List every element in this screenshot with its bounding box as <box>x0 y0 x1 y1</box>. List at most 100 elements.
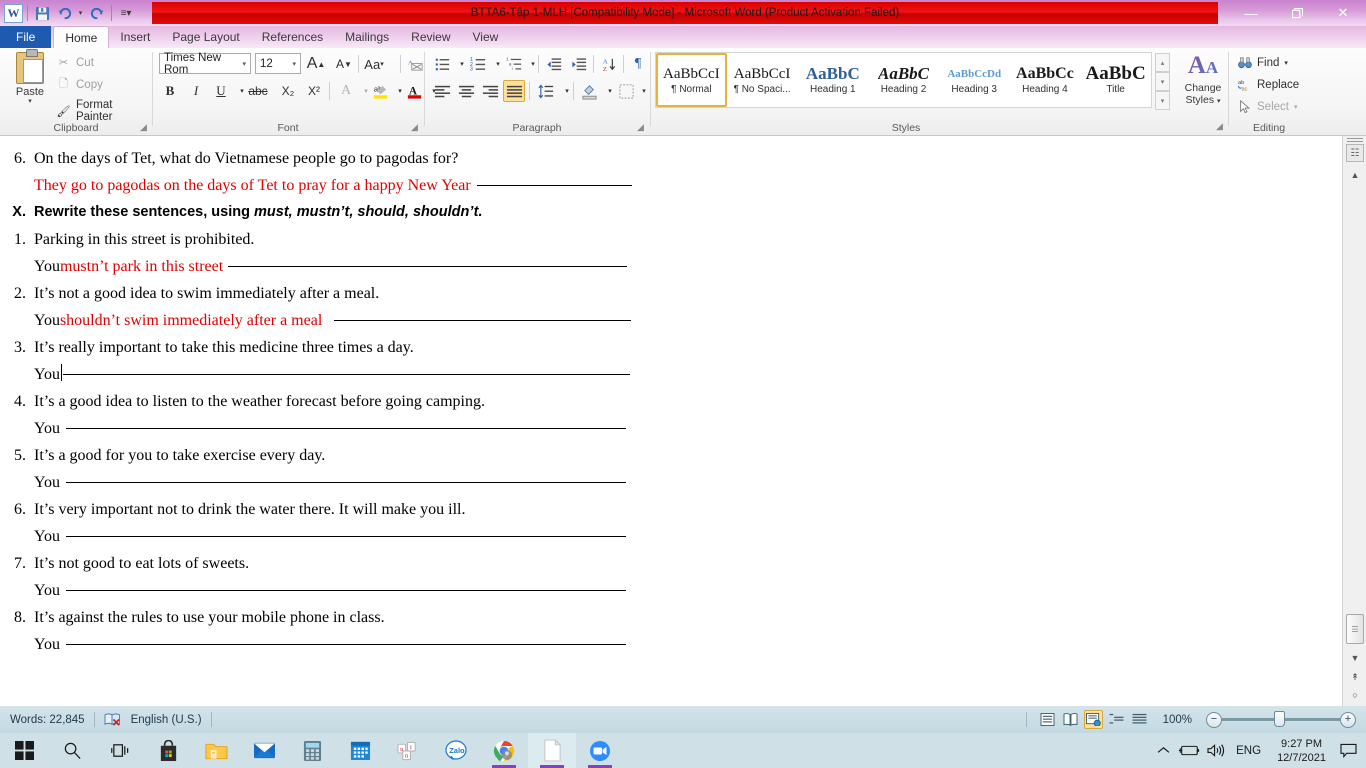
scroll-down-arrow[interactable]: ▼ <box>1346 649 1364 667</box>
font-size-box[interactable]: 12 ▾ <box>255 53 301 74</box>
highlight-button[interactable]: ab <box>369 80 391 102</box>
zoom-slider[interactable]: − + <box>1206 711 1356 728</box>
notifications-icon[interactable] <box>1334 733 1362 768</box>
tab-view[interactable]: View <box>462 26 510 48</box>
volume-icon[interactable] <box>1202 733 1228 768</box>
word-count[interactable]: Words: 22,845 <box>0 714 85 726</box>
select-button[interactable]: Select ▾ <box>1237 99 1297 114</box>
sort-button[interactable]: AZ <box>598 53 620 75</box>
replace-button[interactable]: ab ac Replace <box>1237 77 1299 92</box>
undo-icon[interactable] <box>54 3 74 23</box>
change-case-button[interactable]: Aa ▾ <box>363 53 385 75</box>
redo-icon[interactable] <box>87 3 107 23</box>
style-no-spacing[interactable]: AaBbCcI ¶ No Spaci... <box>727 53 798 107</box>
web-layout-view-button[interactable] <box>1083 710 1103 729</box>
font-name-caret-icon[interactable]: ▾ <box>238 60 250 68</box>
align-center-button[interactable] <box>455 80 477 102</box>
shrink-font-button[interactable]: A ▼ <box>333 53 355 75</box>
zoom-handle[interactable] <box>1274 711 1285 727</box>
align-left-button[interactable] <box>431 80 453 102</box>
word-icon[interactable] <box>528 733 576 768</box>
undo-dropdown-icon[interactable]: ▾ <box>76 3 85 23</box>
proofing-errors-icon[interactable] <box>104 712 121 727</box>
subscript-button[interactable]: X₂ <box>277 80 299 102</box>
font-color-button[interactable]: A <box>403 80 425 102</box>
underline-button[interactable]: U <box>210 80 232 102</box>
language-indicator[interactable]: English (U.S.) <box>121 714 202 726</box>
zoom-in-button[interactable]: + <box>1340 711 1356 728</box>
line-spacing-dropdown-icon[interactable]: ▾ <box>556 80 578 102</box>
text-effects-button[interactable]: A <box>335 80 357 102</box>
decrease-indent-button[interactable] <box>543 53 565 75</box>
format-painter-button[interactable]: 🖌 Format Painter <box>56 99 152 123</box>
tab-references[interactable]: References <box>251 26 334 48</box>
line-spacing-button[interactable] <box>535 80 557 102</box>
style-heading-1[interactable]: AaBbC Heading 1 <box>797 53 868 107</box>
tab-file[interactable]: File <box>0 26 52 48</box>
print-layout-view-button[interactable] <box>1038 710 1057 729</box>
numbering-button[interactable]: 123 <box>467 53 489 75</box>
customize-qat-icon[interactable]: ≡▾ <box>116 3 136 23</box>
show-formatting-marks-button[interactable]: ¶ <box>627 53 649 75</box>
unikey-icon[interactable]: uin <box>384 733 432 768</box>
find-button[interactable]: Find ▾ <box>1237 55 1288 70</box>
style-heading-2[interactable]: AaBbC Heading 2 <box>868 53 939 107</box>
language-indicator-tray[interactable]: ENG <box>1228 745 1269 757</box>
zoom-meeting-icon[interactable] <box>576 733 624 768</box>
paragraph-dialog-launcher[interactable]: ◢ <box>635 122 646 133</box>
draft-view-button[interactable] <box>1130 710 1149 729</box>
vertical-scrollbar[interactable]: ☷ ▲ ☰ ▼ ↟ ○ ↡ <box>1342 136 1366 718</box>
font-size-caret-icon[interactable]: ▾ <box>288 60 300 68</box>
task-view-icon[interactable] <box>96 733 144 768</box>
outline-view-button[interactable] <box>1107 710 1126 729</box>
superscript-button[interactable]: X² <box>303 80 325 102</box>
tab-insert[interactable]: Insert <box>109 26 161 48</box>
select-dropdown-icon[interactable]: ▾ <box>1294 103 1298 111</box>
scrollbar-thumb[interactable]: ☰ <box>1346 614 1364 644</box>
microsoft-store-icon[interactable] <box>144 733 192 768</box>
change-styles-button[interactable]: AA Change Styles ▾ <box>1180 52 1226 108</box>
document-canvas[interactable]: 6. On the days of Tet, what do Vietnames… <box>0 136 1342 706</box>
split-window-handle[interactable] <box>1347 138 1363 142</box>
increase-indent-button[interactable] <box>568 53 590 75</box>
styles-scroll-down-icon[interactable]: ▾ <box>1155 72 1170 91</box>
style-title[interactable]: AaBbC Title <box>1080 53 1151 107</box>
calculator-icon[interactable] <box>288 733 336 768</box>
file-explorer-icon[interactable] <box>192 733 240 768</box>
paste-dropdown-icon[interactable]: ▾ <box>28 98 32 105</box>
style-normal[interactable]: AaBbCcI ¶ Normal <box>656 53 727 107</box>
styles-scroll-up-icon[interactable]: ▴ <box>1155 53 1170 72</box>
shading-button[interactable] <box>578 80 600 102</box>
save-icon[interactable] <box>32 3 52 23</box>
style-heading-4[interactable]: AaBbCc Heading 4 <box>1010 53 1081 107</box>
zoom-level[interactable]: 100% <box>1151 714 1200 726</box>
scroll-up-arrow[interactable]: ▲ <box>1346 166 1364 184</box>
cut-button[interactable]: ✂ Cut <box>56 55 94 70</box>
restore-button[interactable] <box>1274 0 1320 26</box>
bullets-button[interactable] <box>431 53 453 75</box>
align-right-button[interactable] <box>479 80 501 102</box>
zoom-out-button[interactable]: − <box>1206 711 1222 728</box>
find-dropdown-icon[interactable]: ▾ <box>1284 59 1288 67</box>
copy-button[interactable]: 🗋 Copy <box>56 77 103 92</box>
full-screen-reading-view-button[interactable] <box>1061 710 1080 729</box>
clock[interactable]: 9:27 PM 12/7/2021 <box>1269 733 1334 768</box>
word-app-icon[interactable]: W <box>4 3 23 23</box>
paste-button[interactable]: Paste ▾ <box>8 49 52 105</box>
grow-font-button[interactable]: A ▲ <box>305 53 327 75</box>
multilevel-dropdown-icon[interactable]: ▾ <box>522 53 544 75</box>
style-heading-3[interactable]: AaBbCcDd Heading 3 <box>939 53 1010 107</box>
justify-button[interactable] <box>503 80 525 102</box>
strikethrough-button[interactable]: abc <box>247 80 269 102</box>
font-dialog-launcher[interactable]: ◢ <box>409 122 420 133</box>
browse-object-circle-icon[interactable]: ○ <box>1346 686 1364 704</box>
chrome-icon[interactable] <box>480 733 528 768</box>
battery-icon[interactable] <box>1176 733 1202 768</box>
clear-formatting-icon[interactable]: A <box>404 53 426 75</box>
font-name-box[interactable]: Times New Rom ▾ <box>159 52 251 76</box>
zalo-icon[interactable]: Zalo <box>432 733 480 768</box>
search-icon[interactable] <box>48 733 96 768</box>
close-button[interactable]: ✕ <box>1320 0 1366 26</box>
select-browse-object-icon[interactable]: ☷ <box>1346 144 1364 162</box>
show-hidden-icons-button[interactable] <box>1150 733 1176 768</box>
